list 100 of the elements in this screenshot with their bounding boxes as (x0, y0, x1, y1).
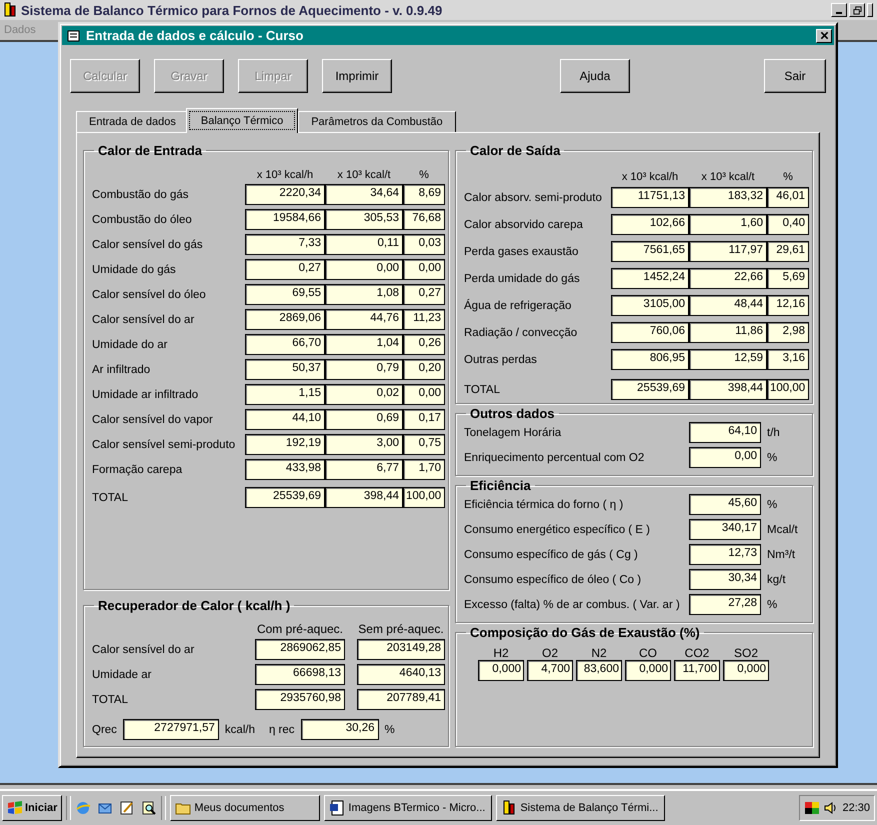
value-field[interactable]: 0,000 (625, 660, 671, 680)
tab[interactable]: Parâmetros da Combustão (298, 111, 456, 132)
restore-button[interactable] (849, 3, 865, 17)
value-field[interactable]: 0,79 (325, 359, 403, 380)
value-field[interactable]: 2935760,98 (255, 689, 345, 710)
value-field[interactable]: 2727971,57 (122, 719, 219, 740)
value-field[interactable]: 3105,00 (611, 295, 689, 316)
value-field[interactable]: 12,16 (767, 295, 809, 316)
value-field[interactable]: 12,59 (689, 349, 767, 370)
value-field[interactable]: 183,32 (689, 187, 767, 208)
value-field[interactable]: 0,00 (403, 259, 445, 280)
value-field[interactable]: 19584,66 (245, 209, 325, 230)
value-field[interactable]: 0,17 (403, 409, 445, 430)
value-field[interactable]: 0,00 (403, 384, 445, 405)
value-field[interactable]: 4,700 (527, 660, 573, 680)
minimize-button[interactable] (831, 3, 847, 17)
value-field[interactable]: 117,97 (689, 241, 767, 262)
value-field[interactable]: 806,95 (611, 349, 689, 370)
value-field[interactable]: 69,55 (245, 284, 325, 305)
value-field[interactable]: 0,000 (723, 660, 769, 680)
value-field[interactable]: 12,73 (689, 544, 761, 565)
value-field[interactable]: 3,00 (325, 434, 403, 455)
value-field[interactable]: 50,37 (245, 359, 325, 380)
value-field[interactable]: 0,20 (403, 359, 445, 380)
value-field[interactable]: 76,68 (403, 209, 445, 230)
value-field[interactable]: 0,03 (403, 234, 445, 255)
taskbar-button[interactable]: Imagens BTermico - Micro... (324, 795, 492, 821)
value-field[interactable]: 3,16 (767, 349, 809, 370)
value-field[interactable]: 2220,34 (245, 184, 325, 205)
value-field[interactable]: 0,40 (767, 214, 809, 235)
value-field[interactable]: 0,75 (403, 434, 445, 455)
value-field[interactable]: 8,69 (403, 184, 445, 205)
value-field[interactable]: 305,53 (325, 209, 403, 230)
value-field[interactable]: 66,70 (245, 334, 325, 355)
value-field[interactable]: 0,02 (325, 384, 403, 405)
value-field[interactable]: 11,700 (674, 660, 720, 680)
value-field[interactable]: 102,66 (611, 214, 689, 235)
value-field[interactable]: 0,69 (325, 409, 403, 430)
notepad-icon[interactable] (119, 800, 136, 816)
toolbar-button[interactable]: Ajuda (560, 59, 630, 93)
value-field[interactable]: 5,69 (767, 268, 809, 289)
value-field[interactable]: 1,08 (325, 284, 403, 305)
taskbar-button[interactable]: Sistema de Balanço Térmi... (496, 795, 666, 821)
value-field[interactable]: 11,86 (689, 322, 767, 343)
value-field[interactable]: 1,60 (689, 214, 767, 235)
value-field[interactable]: 29,61 (767, 241, 809, 262)
tab[interactable]: Balanço Térmico (186, 108, 298, 133)
value-field[interactable]: 0,27 (403, 284, 445, 305)
value-field[interactable]: 22,66 (689, 268, 767, 289)
value-field[interactable]: 25539,69 (611, 379, 689, 400)
value-field[interactable]: 66698,13 (255, 664, 345, 685)
value-field[interactable]: 2,98 (767, 322, 809, 343)
value-field[interactable]: 7561,65 (611, 241, 689, 262)
start-button[interactable]: Iniciar (2, 795, 62, 821)
value-field[interactable]: 1452,24 (611, 268, 689, 289)
value-field[interactable]: 44,76 (325, 309, 403, 330)
value-field[interactable]: 83,600 (576, 660, 622, 680)
value-field[interactable]: 203149,28 (357, 639, 445, 660)
value-field[interactable]: 30,26 (300, 719, 379, 740)
value-field[interactable]: 0,00 (325, 259, 403, 280)
search-icon[interactable] (141, 800, 158, 816)
value-field[interactable]: 64,10 (689, 422, 761, 443)
value-field[interactable]: 2869062,85 (255, 639, 345, 660)
value-field[interactable]: 100,00 (767, 379, 809, 400)
value-field[interactable]: 48,44 (689, 295, 767, 316)
value-field[interactable]: 11751,13 (611, 187, 689, 208)
close-button[interactable] (867, 3, 873, 17)
value-field[interactable]: 0,00 (689, 447, 761, 468)
value-field[interactable]: 0,27 (245, 259, 325, 280)
value-field[interactable]: 760,06 (611, 322, 689, 343)
value-field[interactable]: 34,64 (325, 184, 403, 205)
value-field[interactable]: 44,10 (245, 409, 325, 430)
value-field[interactable]: 398,44 (325, 487, 403, 508)
value-field[interactable]: 398,44 (689, 379, 767, 400)
toolbar-button[interactable]: Imprimir (322, 59, 392, 93)
value-field[interactable]: 1,70 (403, 459, 445, 480)
value-field[interactable]: 45,60 (689, 494, 761, 515)
toolbar-button[interactable]: Sair (764, 59, 826, 93)
value-field[interactable]: 0,11 (325, 234, 403, 255)
value-field[interactable]: 6,77 (325, 459, 403, 480)
value-field[interactable]: 207789,41 (357, 689, 445, 710)
value-field[interactable]: 100,00 (403, 487, 445, 508)
value-field[interactable]: 192,19 (245, 434, 325, 455)
taskbar-button[interactable]: Meus documentos (170, 795, 320, 821)
value-field[interactable]: 340,17 (689, 519, 761, 540)
value-field[interactable]: 2869,06 (245, 309, 325, 330)
value-field[interactable]: 1,04 (325, 334, 403, 355)
value-field[interactable]: 25539,69 (245, 487, 325, 508)
network-icon[interactable] (804, 800, 820, 816)
value-field[interactable]: 0,000 (478, 660, 524, 680)
value-field[interactable]: 7,33 (245, 234, 325, 255)
value-field[interactable]: 1,15 (245, 384, 325, 405)
value-field[interactable]: 11,23 (403, 309, 445, 330)
value-field[interactable]: 433,98 (245, 459, 325, 480)
value-field[interactable]: 46,01 (767, 187, 809, 208)
value-field[interactable]: 0,26 (403, 334, 445, 355)
close-button[interactable] (816, 28, 832, 42)
value-field[interactable]: 30,34 (689, 569, 761, 590)
value-field[interactable]: 27,28 (689, 594, 761, 615)
value-field[interactable]: 4640,13 (357, 664, 445, 685)
